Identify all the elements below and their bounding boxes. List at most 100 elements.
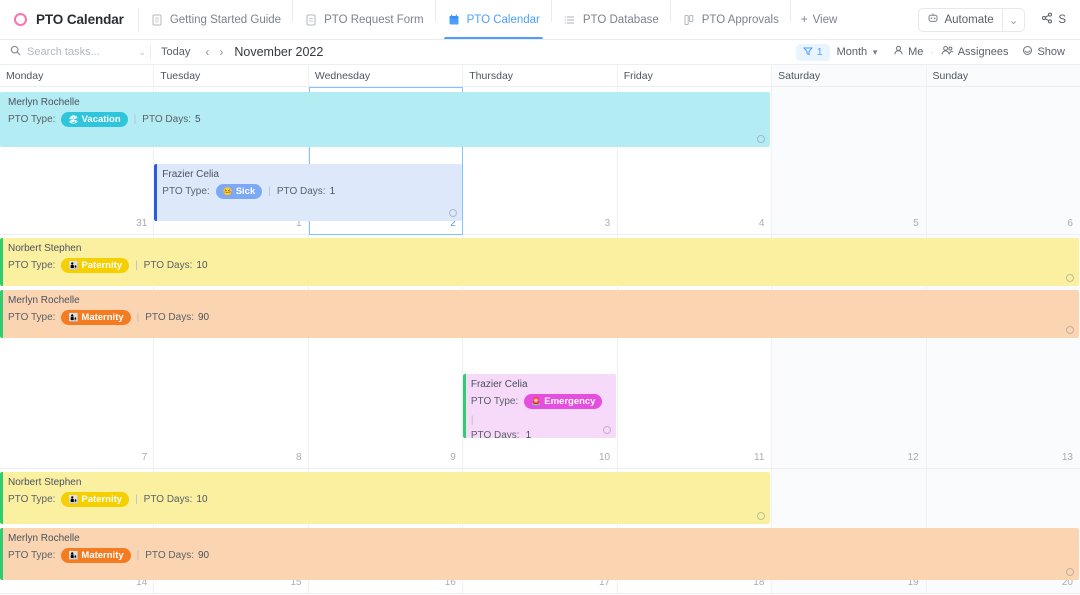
badge-label: Paternity bbox=[81, 260, 123, 271]
filter-button[interactable]: 1 bbox=[795, 43, 830, 61]
day-header-tuesday: Tuesday bbox=[154, 65, 309, 86]
event-assignee-name: Norbert Stephen bbox=[8, 477, 82, 488]
pto-type-badge[interactable]: 🤒 Sick bbox=[215, 184, 263, 199]
week-day-numbers: 7 8 9 10 11 12 13 bbox=[0, 452, 1080, 468]
share-icon bbox=[1041, 12, 1053, 27]
badge-emoji-icon: 👩‍👦 bbox=[68, 313, 79, 322]
add-view-label: View bbox=[812, 13, 838, 26]
view-tabs: Getting Started Guide PTO Request Form P… bbox=[139, 0, 847, 39]
badge-emoji-icon: 🚨 bbox=[531, 397, 542, 406]
meta-separator: | bbox=[268, 186, 271, 197]
event-meta: PTO Type: 👨‍👦 Paternity | PTO Days: 10 bbox=[8, 258, 1071, 273]
add-view-button[interactable]: + View bbox=[791, 0, 847, 39]
day-number-cell[interactable]: 13 bbox=[926, 452, 1080, 468]
event-resize-handle[interactable] bbox=[757, 512, 766, 520]
share-button[interactable]: S bbox=[1033, 8, 1074, 32]
search-box[interactable]: ⌄ bbox=[0, 40, 150, 64]
event-accent-bar bbox=[462, 374, 466, 438]
pto-days-value: 5 bbox=[195, 114, 201, 125]
me-filter-button[interactable]: Me bbox=[886, 45, 930, 59]
calendar-icon bbox=[447, 13, 461, 27]
zoom-level-selector[interactable]: Month ▼ bbox=[830, 46, 887, 58]
day-number-cell[interactable]: 5 bbox=[771, 218, 925, 234]
calendar-event[interactable]: Merlyn Rochelle PTO Type: 👩‍👦 Maternity | PTO… bbox=[0, 290, 1079, 338]
event-resize-handle[interactable] bbox=[448, 209, 457, 217]
calendar-view: Monday Tuesday Wednesday Thursday Friday Satu… bbox=[0, 65, 1080, 594]
chevron-down-icon[interactable]: ⌄ bbox=[138, 47, 150, 58]
automate-button[interactable]: Automate ⌄ bbox=[918, 7, 1026, 32]
meta-separator: | bbox=[133, 114, 137, 125]
pto-days-value: 90 bbox=[197, 550, 210, 561]
badge-emoji-icon: 🏖 bbox=[68, 115, 79, 124]
day-number-cell[interactable]: 4 bbox=[617, 218, 771, 234]
event-assignee-name: Merlyn Rochelle bbox=[8, 295, 80, 306]
calendar-event[interactable]: Frazier Celia PTO Type: 🚨 Emergency | PTO Day… bbox=[462, 374, 617, 438]
event-resize-handle[interactable] bbox=[1066, 568, 1074, 576]
pto-type-badge[interactable]: 👩‍👦 Maternity bbox=[61, 310, 131, 325]
day-number-cell[interactable]: 3 bbox=[463, 218, 617, 234]
event-meta: PTO Type: 🤒 Sick | PTO Days: 1 bbox=[162, 184, 454, 199]
day-number-cell[interactable]: 11 bbox=[617, 452, 771, 468]
pto-days-label: PTO Days: bbox=[145, 312, 194, 323]
pto-type-badge[interactable]: 👩‍👦 Maternity bbox=[61, 548, 131, 563]
pto-type-badge[interactable]: 🏖 Vacation bbox=[61, 112, 128, 127]
pto-type-badge[interactable]: 👨‍👦 Paternity bbox=[61, 492, 130, 507]
day-number-cell[interactable]: 7 bbox=[0, 452, 154, 468]
pto-type-badge[interactable]: 🚨 Emergency bbox=[524, 394, 603, 409]
day-number-cell[interactable]: 8 bbox=[154, 452, 308, 468]
pto-type-label: PTO Type: bbox=[8, 260, 56, 271]
tab-label: Getting Started Guide bbox=[169, 13, 282, 26]
tab-label: PTO Approvals bbox=[701, 13, 779, 26]
topbar-actions: Automate ⌄ S bbox=[918, 0, 1080, 39]
day-number-cell[interactable]: 12 bbox=[771, 452, 925, 468]
pto-days-label: PTO Days: bbox=[145, 550, 194, 561]
pto-days-value: 1 bbox=[329, 186, 336, 197]
top-tab-bar: PTO Calendar Getting Started Guide PTO R… bbox=[0, 0, 1080, 40]
calendar-event[interactable]: Norbert Stephen PTO Type: 👨‍👦 Paternity | PTO… bbox=[0, 238, 1079, 286]
tab-pto-database[interactable]: PTO Database bbox=[552, 0, 670, 39]
pto-days-label: PTO Days: bbox=[470, 430, 520, 438]
tab-pto-calendar[interactable]: PTO Calendar bbox=[436, 0, 551, 39]
day-number-cell[interactable]: 6 bbox=[926, 218, 1080, 234]
doc-icon bbox=[150, 13, 164, 27]
day-header-monday: Monday bbox=[0, 65, 155, 86]
event-meta: PTO Type: 🏖 Vacation | PTO Days: 5 bbox=[8, 112, 762, 127]
today-button[interactable]: Today bbox=[151, 46, 200, 58]
share-label: S bbox=[1058, 13, 1066, 26]
pto-type-badge[interactable]: 👨‍👦 Paternity bbox=[61, 258, 130, 273]
tab-pto-approvals[interactable]: PTO Approvals bbox=[671, 0, 790, 39]
automate-main[interactable]: Automate bbox=[919, 9, 1001, 31]
show-options-button[interactable]: Show bbox=[1015, 45, 1072, 59]
assignees-filter-button[interactable]: Assignees bbox=[934, 45, 1016, 59]
toolbar-right-actions: 1 Month ▼ Me · Assignees Show bbox=[795, 43, 1080, 61]
calendar-event[interactable]: Frazier Celia PTO Type: 🤒 Sick | PTO Days: 1 bbox=[154, 164, 462, 221]
day-header-saturday: Saturday bbox=[772, 65, 927, 86]
day-number-cell[interactable]: 10 bbox=[463, 452, 617, 468]
calendar-toolbar: ⌄ Today ‹ › November 2022 1 Month ▼ Me ·… bbox=[0, 40, 1080, 65]
meta-separator: | bbox=[136, 312, 140, 323]
board-icon bbox=[682, 13, 696, 27]
pto-days-value: 1 bbox=[525, 430, 532, 438]
list-icon bbox=[563, 13, 577, 27]
event-resize-handle[interactable] bbox=[757, 135, 766, 143]
event-meta: PTO Type: 🚨 Emergency | bbox=[471, 394, 608, 426]
person-icon bbox=[893, 45, 904, 59]
day-number-cell[interactable]: 9 bbox=[309, 452, 463, 468]
event-resize-handle[interactable] bbox=[603, 426, 612, 434]
next-month-button[interactable]: › bbox=[214, 45, 228, 59]
calendar-event[interactable]: Merlyn Rochelle PTO Type: 🏖 Vacation | PTO Da… bbox=[0, 92, 771, 147]
tab-getting-started-guide[interactable]: Getting Started Guide bbox=[139, 0, 292, 39]
event-resize-handle[interactable] bbox=[1066, 326, 1074, 334]
tab-label: PTO Database bbox=[582, 13, 659, 26]
event-resize-handle[interactable] bbox=[1066, 274, 1074, 282]
assignees-label: Assignees bbox=[957, 46, 1009, 58]
calendar-event[interactable]: Merlyn Rochelle PTO Type: 👩‍👦 Maternity | PTO… bbox=[0, 528, 1079, 580]
tab-pto-request-form[interactable]: PTO Request Form bbox=[293, 0, 435, 39]
chevron-down-icon[interactable]: ⌄ bbox=[1001, 8, 1025, 31]
search-input[interactable] bbox=[27, 46, 123, 58]
pto-type-label: PTO Type: bbox=[8, 494, 56, 505]
day-number-cell[interactable]: 31 bbox=[0, 218, 154, 234]
pto-type-label: PTO Type: bbox=[8, 114, 56, 125]
prev-month-button[interactable]: ‹ bbox=[200, 45, 214, 59]
calendar-event[interactable]: Norbert Stephen PTO Type: 👨‍👦 Paternity | PTO… bbox=[0, 472, 771, 524]
